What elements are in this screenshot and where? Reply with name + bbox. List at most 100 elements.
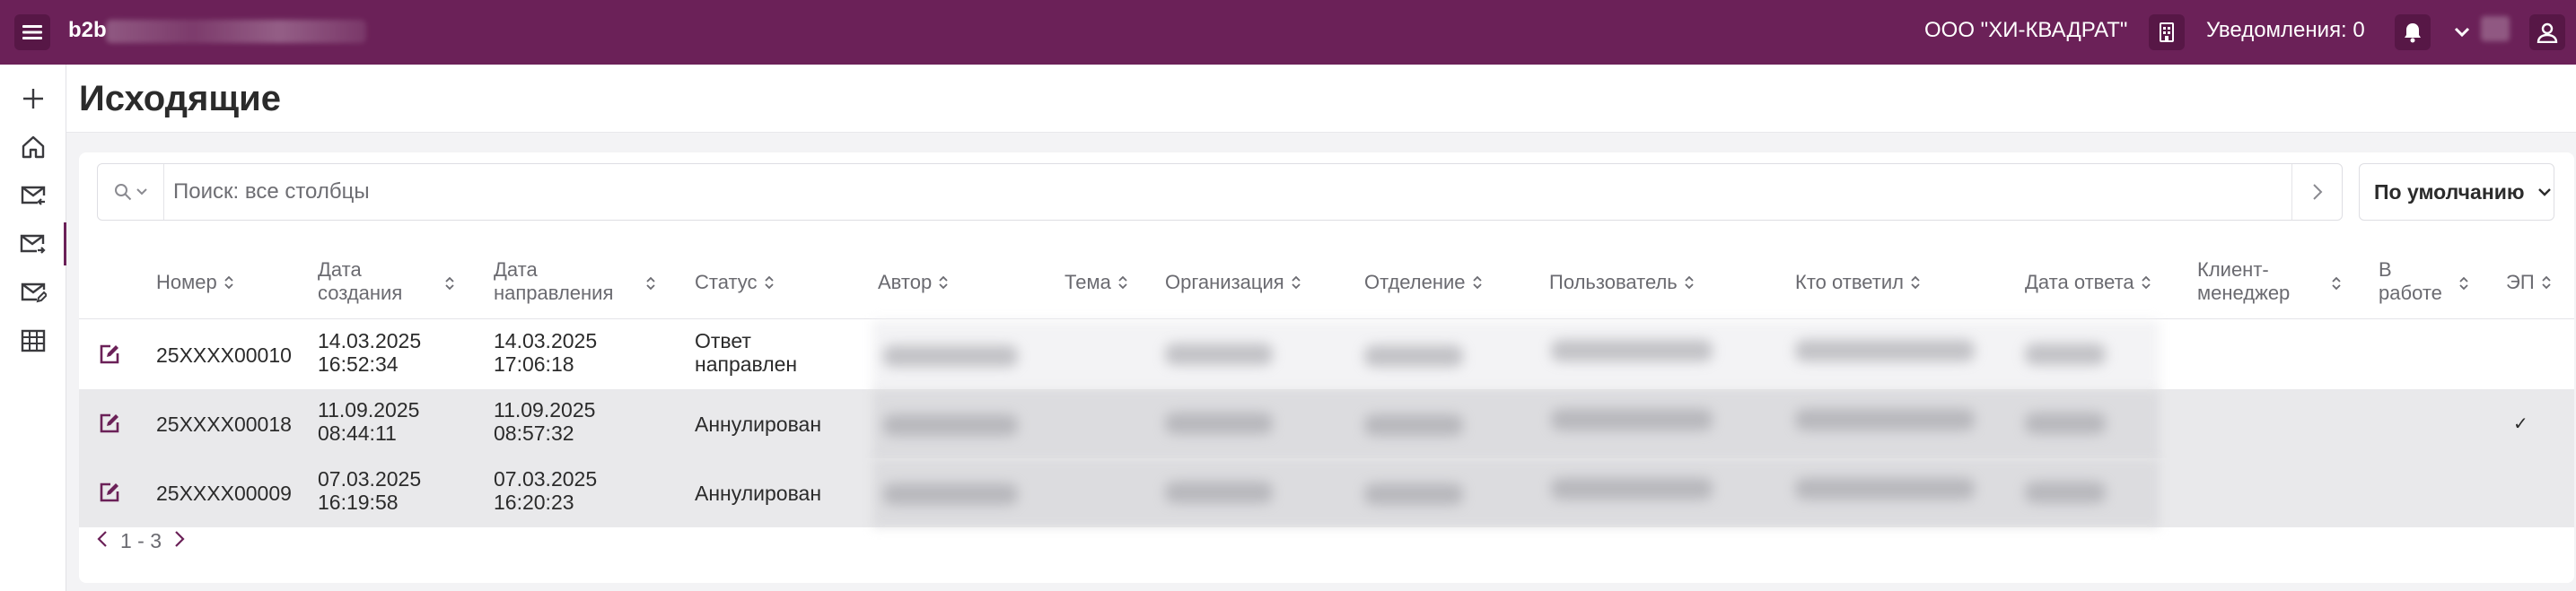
redacted-responder	[1795, 340, 1975, 361]
column-header-label: Организация	[1165, 271, 1284, 293]
sort-icon	[2541, 275, 2551, 290]
page-header: Исходящие	[66, 65, 2576, 133]
cell-created-date: 07.03.2025	[318, 467, 422, 491]
brand-name[interactable]: b2b	[68, 18, 107, 43]
column-header-user[interactable]: Пользователь	[1549, 271, 1694, 294]
column-header-label: менеджер	[2197, 282, 2291, 304]
home-icon	[22, 135, 45, 159]
chevron-down-icon	[136, 188, 147, 196]
column-header-label: Статус	[695, 271, 758, 293]
table-row[interactable]: 25XXXX00009 07.03.2025 16:19:58 07.03.20…	[79, 458, 2574, 527]
column-header-label: Тема	[1065, 271, 1111, 293]
column-header-response-date[interactable]: Дата ответа	[2025, 271, 2151, 294]
column-header-ep[interactable]: ЭП	[2506, 271, 2551, 294]
cell-status: Ответ	[695, 329, 751, 352]
cell-ep-check: ✓	[2513, 414, 2528, 434]
cell-created-time: 16:19:58	[318, 491, 399, 514]
table-row[interactable]: 25XXXX00018 11.09.2025 08:44:11 11.09.20…	[79, 389, 2574, 458]
sidebar-item-incoming[interactable]	[0, 174, 66, 217]
hamburger-menu-button[interactable]	[14, 14, 50, 50]
column-header-topic[interactable]: Тема	[1065, 271, 1127, 294]
redacted-organization	[1165, 482, 1273, 503]
redacted-organization	[1165, 343, 1273, 365]
sort-icon[interactable]	[2332, 276, 2341, 295]
search-icon	[114, 184, 131, 201]
sidebar-item-tables[interactable]	[0, 319, 66, 362]
redacted-author	[883, 345, 1018, 367]
column-header-label: работе	[2379, 282, 2442, 304]
column-header-sent[interactable]: Дата направления	[494, 258, 613, 305]
sort-icon	[1911, 275, 1920, 290]
cell-number: 25XXXX00018	[156, 413, 292, 436]
column-header-author[interactable]: Автор	[878, 271, 948, 294]
chevron-right-icon[interactable]	[174, 529, 185, 553]
building-icon	[2160, 22, 2174, 42]
column-header-created[interactable]: Дата создания	[318, 258, 402, 305]
user-dropdown-toggle[interactable]	[2449, 14, 2475, 50]
page-title: Исходящие	[79, 79, 281, 118]
chevron-left-icon[interactable]	[97, 529, 108, 553]
sort-icon	[1685, 275, 1694, 290]
table-header: Номер Дата создания Дата направления Ста…	[79, 248, 2574, 319]
chevron-down-icon	[2537, 188, 2551, 196]
redacted-response-date	[2025, 482, 2106, 503]
search-submit-button[interactable]	[2291, 164, 2342, 220]
cell-created-date: 11.09.2025	[318, 398, 420, 422]
cell-status: Аннулирован	[695, 413, 822, 436]
view-preset-label: По умолчанию	[2374, 179, 2525, 204]
profile-button[interactable]	[2529, 14, 2565, 50]
column-header-responder[interactable]: Кто ответил	[1795, 271, 1920, 294]
bell-icon	[2405, 23, 2421, 43]
column-header-organization[interactable]: Организация	[1165, 271, 1301, 294]
sidebar-item-create[interactable]	[0, 77, 66, 120]
sidebar-item-drafts[interactable]	[0, 271, 66, 314]
outbox-mail-icon	[20, 234, 46, 254]
organization-name[interactable]: ООО "ХИ-КВАДРАТ"	[1924, 18, 2127, 43]
redacted-user-name	[2481, 16, 2510, 41]
sidebar-item-home[interactable]	[0, 126, 66, 169]
redacted-department	[1364, 414, 1463, 436]
sort-icon[interactable]	[445, 276, 454, 295]
column-header-client-manager[interactable]: Клиент- менеджер	[2197, 258, 2290, 305]
table-row[interactable]: 25XXXX00010 14.03.2025 16:52:34 14.03.20…	[79, 320, 2574, 389]
column-header-number[interactable]: Номер	[156, 271, 233, 294]
sort-icon	[2142, 275, 2151, 290]
notifications-label[interactable]: Уведомления: 0	[2206, 18, 2365, 43]
inbox-mail-icon	[21, 186, 46, 205]
column-header-label: Дата ответа	[2025, 271, 2134, 293]
redacted-response-date	[2025, 343, 2106, 365]
column-header-label: Номер	[156, 271, 217, 293]
cell-created-time: 08:44:11	[318, 422, 397, 445]
edit-icon[interactable]	[97, 342, 122, 367]
edit-icon[interactable]	[97, 411, 122, 436]
column-header-label: Пользователь	[1549, 271, 1678, 293]
sort-icon[interactable]	[2459, 276, 2468, 295]
sort-icon	[1292, 275, 1301, 290]
sidebar-item-outgoing[interactable]	[0, 222, 66, 265]
column-header-in-work[interactable]: В работе	[2379, 258, 2442, 305]
search-input[interactable]	[173, 175, 2238, 209]
view-preset-select[interactable]: По умолчанию	[2359, 163, 2554, 221]
redacted-responder	[1795, 409, 1975, 430]
search-column-selector[interactable]	[98, 164, 164, 220]
notifications-button[interactable]	[2395, 14, 2431, 50]
column-header-status[interactable]: Статус	[695, 271, 774, 294]
cell-number: 25XXXX00009	[156, 482, 292, 505]
sort-icon[interactable]	[646, 276, 655, 295]
cell-status-line2: направлен	[695, 352, 798, 376]
cell-sent-date: 11.09.2025	[494, 398, 596, 422]
column-header-label: Автор	[878, 271, 933, 293]
chevron-right-icon	[2312, 184, 2322, 200]
top-bar: b2b ООО "ХИ-КВАДРАТ" Уведомления: 0	[0, 0, 2576, 65]
organization-button[interactable]	[2149, 14, 2185, 50]
cell-status: Аннулирован	[695, 482, 822, 505]
redacted-author	[883, 483, 1018, 505]
sort-icon	[939, 275, 948, 290]
cell-created-date: 14.03.2025	[318, 329, 422, 352]
column-header-department[interactable]: Отделение	[1364, 271, 1482, 294]
table-icon	[21, 329, 46, 352]
edit-icon[interactable]	[97, 480, 122, 505]
cell-number: 25XXXX00010	[156, 343, 292, 367]
column-header-label: Дата	[318, 258, 362, 281]
redacted-department	[1364, 345, 1463, 367]
